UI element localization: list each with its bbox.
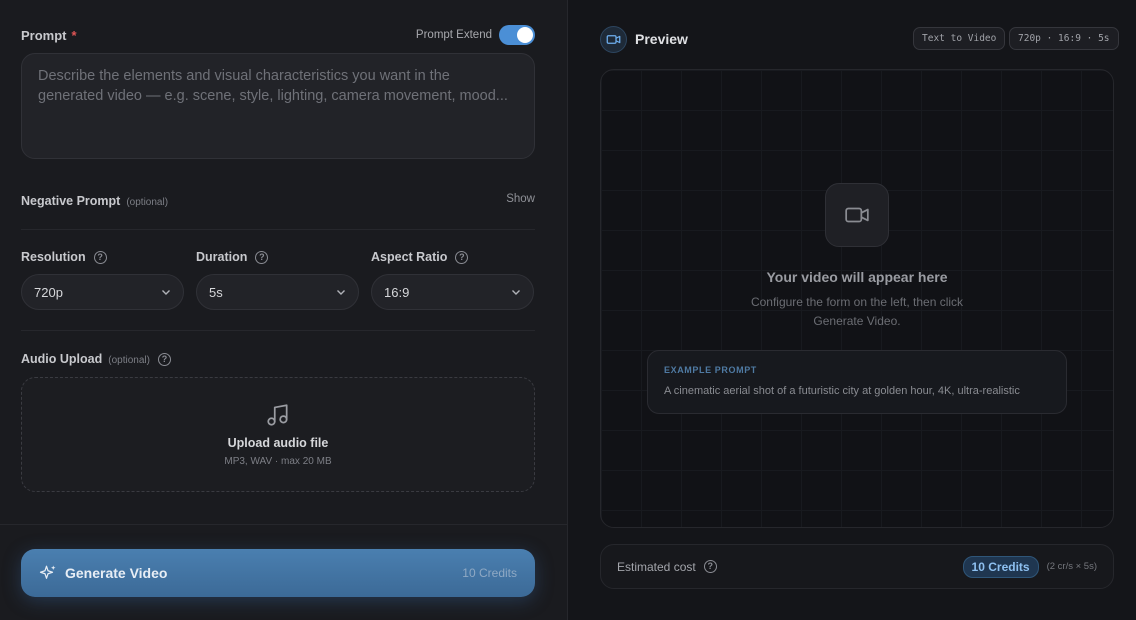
- estimated-cost-bar: Estimated cost ? 10 Credits (2 cr/s × 5s…: [600, 544, 1114, 589]
- estimated-cost-label: Estimated cost: [617, 559, 696, 574]
- aspect-ratio-value: 16:9: [384, 284, 410, 300]
- video-camera-icon: [600, 26, 627, 53]
- help-icon[interactable]: ?: [455, 250, 469, 264]
- sparkle-icon: [39, 565, 56, 579]
- divider: [21, 330, 535, 331]
- upload-subtitle: MP3, WAV · max 20 MB: [224, 456, 332, 467]
- audio-optional: (optional): [108, 355, 150, 366]
- prompt-label: Prompt *: [21, 28, 77, 43]
- example-prompt-text: A cinematic aerial shot of a futuristic …: [664, 385, 1020, 397]
- prompt-extend: Prompt Extend: [416, 25, 535, 45]
- chevron-down-icon: [162, 290, 170, 295]
- help-icon[interactable]: ?: [157, 352, 171, 366]
- aspect-ratio-select[interactable]: 16:9: [371, 274, 534, 310]
- prompt-placeholder: Describe the elements and visual charact…: [38, 68, 508, 104]
- preview-title: Preview: [635, 31, 688, 47]
- duration-field: Duration? 5s: [196, 250, 359, 310]
- required-mark: *: [71, 28, 77, 43]
- cost-credits-badge: 10 Credits: [962, 555, 1039, 578]
- duration-select[interactable]: 5s: [196, 274, 359, 310]
- video-placeholder-icon: [825, 183, 889, 247]
- empty-state-title: Your video will appear here: [766, 269, 948, 285]
- empty-state-subtitle: Configure the form on the left, then cli…: [750, 295, 964, 328]
- chevron-down-icon: [512, 290, 520, 295]
- resolution-field: Resolution? 720p: [21, 250, 184, 310]
- music-note-icon: [267, 404, 288, 426]
- audio-dropzone[interactable]: Upload audio file MP3, WAV · max 20 MB: [21, 377, 535, 492]
- duration-label: Duration: [196, 250, 248, 264]
- cost-note: (2 cr/s × 5s): [1046, 561, 1097, 572]
- divider: [21, 229, 535, 230]
- generate-video-button[interactable]: Generate Video 10 Credits: [21, 549, 535, 597]
- resolution-label: Resolution: [21, 250, 86, 264]
- aspect-ratio-label: Aspect Ratio: [371, 250, 448, 264]
- example-prompt-label: EXAMPLE PROMPT: [664, 365, 757, 375]
- generate-credits: 10 Credits: [462, 566, 517, 580]
- negative-prompt-label: Negative Prompt (optional): [21, 194, 169, 208]
- aspect-ratio-field: Aspect Ratio? 16:9: [371, 250, 534, 310]
- resolution-select[interactable]: 720p: [21, 274, 184, 310]
- help-icon[interactable]: ?: [703, 560, 717, 573]
- prompt-extend-toggle[interactable]: [499, 25, 535, 45]
- spec-pill: 720p · 16:9 · 5s: [1009, 27, 1119, 50]
- prompt-extend-label: Prompt Extend: [415, 29, 492, 41]
- audio-upload-header: Audio Upload (optional) ?: [21, 352, 171, 366]
- help-icon[interactable]: ?: [255, 250, 269, 264]
- negative-prompt-row: Negative Prompt (optional) Show: [21, 192, 535, 210]
- audio-upload-label: Audio Upload: [21, 352, 103, 366]
- negative-optional: (optional): [126, 197, 169, 208]
- example-prompt-card[interactable]: EXAMPLE PROMPT A cinematic aerial shot o…: [647, 350, 1067, 414]
- show-negative-button[interactable]: Show: [506, 193, 535, 205]
- help-icon[interactable]: ?: [93, 250, 107, 264]
- prompt-header: Prompt * Prompt Extend: [21, 25, 535, 45]
- generate-label: Generate Video: [65, 565, 168, 581]
- duration-value: 5s: [209, 284, 223, 300]
- resolution-value: 720p: [34, 284, 63, 300]
- mode-pill: Text to Video: [913, 27, 1006, 50]
- chevron-down-icon: [337, 290, 345, 295]
- upload-title: Upload audio file: [227, 436, 329, 450]
- prompt-input[interactable]: Describe the elements and visual charact…: [21, 53, 535, 159]
